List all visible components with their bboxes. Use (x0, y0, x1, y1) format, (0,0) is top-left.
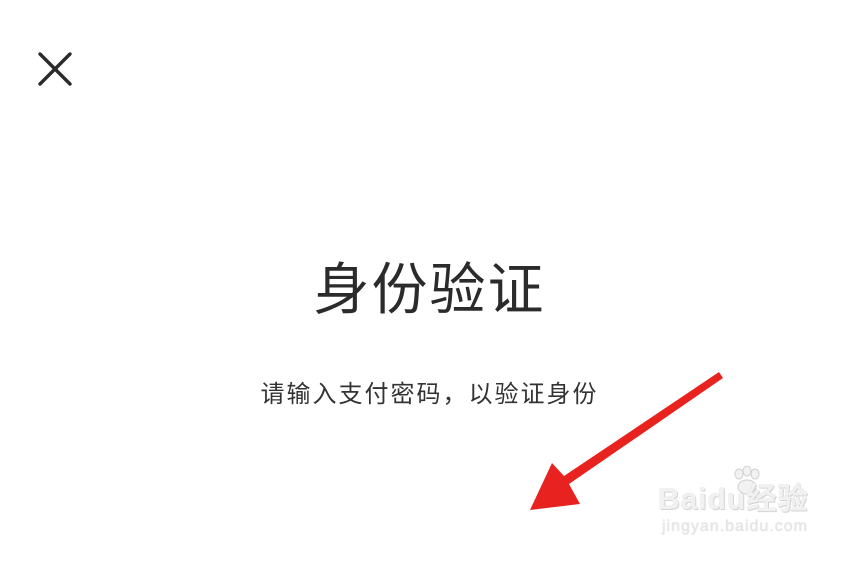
baidu-jingyan-watermark: Baidu经验 jingyan.baidu.com (652, 466, 832, 546)
page-title: 身份验证 (313, 258, 546, 323)
close-button[interactable] (30, 44, 80, 94)
watermark-url-text: jingyan.baidu.com (662, 518, 808, 535)
page-subtitle: 请输入支付密码，以验证身份 (260, 380, 599, 408)
close-icon (35, 49, 75, 89)
identity-verification-screen: 身份验证 请输入支付密码，以验证身份 Baidu经验 jingyan.baidu… (0, 0, 859, 561)
watermark-logo-text: Baidu经验 (658, 483, 809, 516)
